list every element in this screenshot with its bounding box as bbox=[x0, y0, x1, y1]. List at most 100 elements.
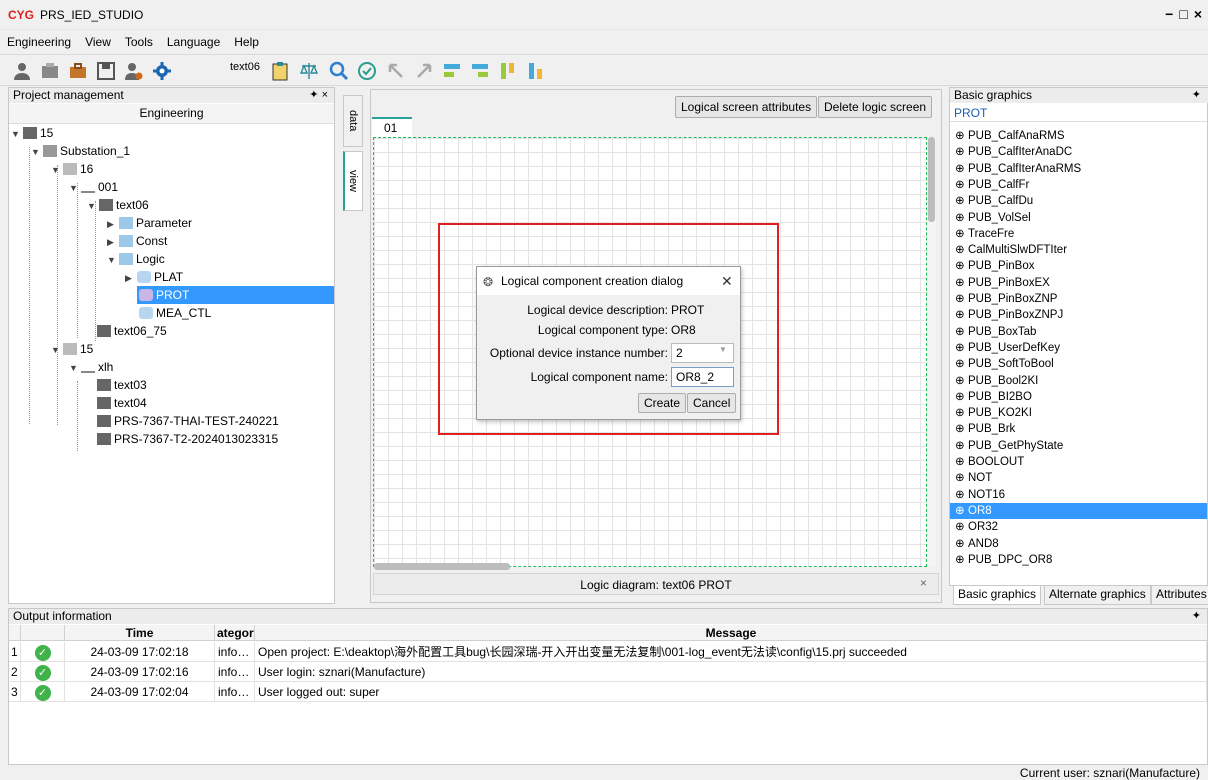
column-time[interactable]: Time bbox=[65, 625, 215, 641]
menu-language[interactable]: Language bbox=[160, 33, 227, 49]
save-icon[interactable] bbox=[94, 59, 118, 83]
graphics-list-item[interactable]: ⊕ PUB_PinBox bbox=[950, 258, 1207, 274]
graphics-list-item[interactable]: ⊕ PUB_BoxTab bbox=[950, 324, 1207, 340]
graphics-list-item[interactable]: ⊕ PUB_GetPhyState bbox=[950, 438, 1207, 454]
pin-icon[interactable]: ✦ bbox=[1192, 609, 1201, 622]
collapse-arrow-icon[interactable]: ▶ bbox=[107, 215, 119, 233]
briefcase-icon[interactable] bbox=[66, 59, 90, 83]
vertical-scroll-thumb[interactable] bbox=[928, 137, 935, 222]
check-icon[interactable] bbox=[355, 59, 379, 83]
close-icon[interactable]: × bbox=[1194, 6, 1208, 22]
expand-arrow-icon[interactable]: ▼ bbox=[69, 359, 81, 377]
expand-arrow-icon[interactable]: ▼ bbox=[69, 179, 81, 197]
graphics-list-item[interactable]: ⊕ TraceFre bbox=[950, 226, 1207, 242]
tree-node-plat[interactable]: ▶ PLAT bbox=[125, 268, 183, 286]
graphics-list-item[interactable]: ⊕ BOOLOUT bbox=[950, 454, 1207, 470]
menu-help[interactable]: Help bbox=[227, 33, 266, 49]
tree-node-prot[interactable]: PROT bbox=[137, 286, 334, 304]
collapse-arrow-icon[interactable]: ▶ bbox=[107, 233, 119, 251]
graphics-list-item[interactable]: ⊕ NOT bbox=[950, 470, 1207, 486]
graphics-list-item[interactable]: ⊕ PUB_CalfAnaRMS bbox=[950, 128, 1207, 144]
menu-tools[interactable]: Tools bbox=[118, 33, 160, 49]
graphics-list-item[interactable]: ⊕ PUB_UserDefKey bbox=[950, 340, 1207, 356]
logical-screen-attributes-button[interactable]: Logical screen attributes bbox=[675, 96, 818, 118]
tree-node-ied[interactable]: text03 bbox=[97, 376, 147, 394]
tree-node-ied[interactable]: ▼ text06 bbox=[87, 196, 149, 214]
graphics-list-item[interactable]: ⊕ OR32 bbox=[950, 519, 1207, 535]
dialog-close-icon[interactable]: ✕ bbox=[721, 273, 733, 290]
tab-data[interactable]: data bbox=[343, 95, 363, 147]
tree-node-ied[interactable]: text06_75 bbox=[97, 322, 167, 340]
collapse-arrow-icon[interactable]: ▶ bbox=[125, 269, 137, 287]
tab-alternate-graphics[interactable]: Alternate graphics bbox=[1044, 586, 1151, 605]
expand-arrow-icon[interactable]: ▼ bbox=[107, 251, 119, 269]
horizontal-scroll-thumb[interactable] bbox=[374, 563, 510, 570]
menu-view[interactable]: View bbox=[78, 33, 118, 49]
graphics-list-item[interactable]: ⊕ PUB_Brk bbox=[950, 421, 1207, 437]
component-name-input[interactable]: OR8_2 bbox=[671, 367, 734, 387]
device-label[interactable]: text06 bbox=[230, 61, 260, 73]
graphics-list-item[interactable]: ⊕ OR8 bbox=[950, 502, 1207, 519]
graphics-list-item[interactable]: ⊕ PUB_BI2BO bbox=[950, 389, 1207, 405]
arrow-up-left-icon[interactable] bbox=[384, 59, 408, 83]
clipboard-icon[interactable] bbox=[268, 59, 292, 83]
cancel-button[interactable]: Cancel bbox=[687, 393, 737, 413]
align-left-icon[interactable] bbox=[440, 59, 464, 83]
graphics-list-item[interactable]: ⊕ PUB_Bool2KI bbox=[950, 373, 1207, 389]
close-diagram-icon[interactable]: × bbox=[920, 576, 927, 590]
pin-icon[interactable]: ✦ bbox=[1192, 88, 1201, 101]
database-icon[interactable] bbox=[38, 59, 62, 83]
graphics-list-item[interactable]: ⊕ PUB_VolSel bbox=[950, 210, 1207, 226]
tree-node-logic[interactable]: ▼ Logic bbox=[107, 250, 165, 268]
graphics-list-item[interactable]: ⊕ NOT16 bbox=[950, 487, 1207, 503]
tree-node-ied[interactable]: text04 bbox=[97, 394, 147, 412]
graphics-list-item[interactable]: ⊕ PUB_SoftToBool bbox=[950, 356, 1207, 372]
expand-arrow-icon[interactable]: ▼ bbox=[51, 161, 63, 179]
arrow-up-right-icon[interactable] bbox=[412, 59, 436, 83]
maximize-icon[interactable]: □ bbox=[1179, 6, 1193, 22]
window-controls[interactable]: −□× bbox=[1165, 6, 1208, 22]
align-bottom-icon[interactable] bbox=[524, 59, 548, 83]
tree-node-ied[interactable]: PRS-7367-THAI-TEST-240221 bbox=[97, 412, 279, 430]
graphics-list-item[interactable]: ⊕ CalMultiSlwDFTIter bbox=[950, 242, 1207, 258]
tree-node-ied-group[interactable]: ▼ 001 bbox=[69, 178, 118, 196]
tab-screen-01[interactable]: 01 bbox=[372, 117, 412, 137]
graphics-list-item[interactable]: ⊕ AND8 bbox=[950, 536, 1207, 552]
tree-node-project[interactable]: ▼ 15 bbox=[11, 124, 53, 142]
tab-view[interactable]: view bbox=[343, 151, 363, 211]
compare-icon[interactable] bbox=[297, 59, 321, 83]
align-top-icon[interactable] bbox=[496, 59, 520, 83]
expand-arrow-icon[interactable]: ▼ bbox=[51, 341, 63, 359]
graphics-list-item[interactable]: ⊕ PUB_PinBoxZNP bbox=[950, 291, 1207, 307]
graphics-list-item[interactable]: ⊕ PUB_CalfIterAnaRMS bbox=[950, 161, 1207, 177]
tree-node-mea-ctl[interactable]: MEA_CTL bbox=[139, 304, 211, 322]
settings-icon[interactable] bbox=[150, 59, 174, 83]
tab-basic-graphics[interactable]: Basic graphics bbox=[953, 586, 1042, 605]
expand-arrow-icon[interactable]: ▼ bbox=[87, 197, 99, 215]
graphics-list-item[interactable]: ⊕ PUB_CalfFr bbox=[950, 177, 1207, 193]
output-row[interactable]: 3 ✓ 24-03-09 17:02:04 info… User logged out:… bbox=[9, 682, 1207, 702]
create-button[interactable]: Create bbox=[638, 393, 687, 413]
tab-attributes[interactable]: Attributes bbox=[1151, 586, 1208, 605]
search-icon[interactable] bbox=[327, 59, 351, 83]
graphics-list-item[interactable]: ⊕ PUB_DPC_OR8 bbox=[950, 552, 1207, 568]
tree-node-ied[interactable]: PRS-7367-T2-2024013023315 bbox=[97, 430, 278, 448]
tree-node-substation[interactable]: ▼ Substation_1 bbox=[31, 142, 130, 160]
tree-node-parameter[interactable]: ▶ Parameter bbox=[107, 214, 192, 232]
graphics-list-item[interactable]: ⊕ PUB_CalfIterAnaDC bbox=[950, 144, 1207, 160]
minimize-icon[interactable]: − bbox=[1165, 6, 1179, 22]
tree-node-const[interactable]: ▶ Const bbox=[107, 232, 167, 250]
graphics-list-item[interactable]: ⊕ PUB_CalfDu bbox=[950, 193, 1207, 209]
menu-engineering[interactable]: Engineering bbox=[0, 33, 78, 49]
align-right-icon[interactable] bbox=[468, 59, 492, 83]
pin-icon[interactable]: ✦ × bbox=[309, 88, 328, 101]
tree-node-ied-group[interactable]: ▼ xlh bbox=[69, 358, 113, 376]
graphics-list-item[interactable]: ⊕ PUB_KO2KI bbox=[950, 405, 1207, 421]
user-icon[interactable] bbox=[10, 59, 34, 83]
graphics-list-item[interactable]: ⊕ PUB_PinBoxZNPJ bbox=[950, 307, 1207, 323]
output-row[interactable]: 1 ✓ 24-03-09 17:02:18 info… Open project: E:… bbox=[9, 642, 1207, 662]
column-category[interactable]: ategor bbox=[215, 625, 255, 641]
tree-node-bay[interactable]: ▼ 15 bbox=[51, 340, 93, 358]
delete-logic-screen-button[interactable]: Delete logic screen bbox=[818, 96, 933, 118]
output-row[interactable]: 2 ✓ 24-03-09 17:02:16 info… User login: szna… bbox=[9, 662, 1207, 682]
